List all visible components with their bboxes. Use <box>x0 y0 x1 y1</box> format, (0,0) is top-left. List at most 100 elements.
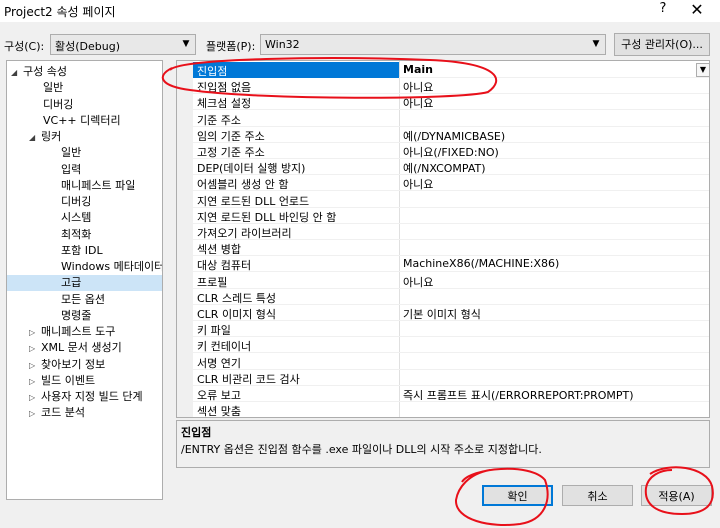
expand-arrow-icon[interactable]: ▷ <box>29 358 41 374</box>
property-value[interactable]: 아니요 <box>403 79 433 95</box>
property-value[interactable]: 기본 이미지 형식 <box>403 306 481 322</box>
property-row[interactable]: CLR 비관리 코드 검사 <box>193 370 709 386</box>
property-name: 대상 컴퓨터 <box>197 259 252 273</box>
property-value[interactable]: 아니요(/FIXED:NO) <box>403 144 499 160</box>
tree-item[interactable]: 최적화 <box>61 227 91 243</box>
property-row[interactable]: DEP(데이터 실행 방지) 예(/NXCOMPAT) <box>193 159 709 176</box>
ok-button[interactable]: 확인 <box>482 485 553 506</box>
platform-combo[interactable]: Win32 ▼ <box>260 34 606 55</box>
tree-item[interactable]: ▷ 코드 분석 <box>29 405 85 421</box>
property-name: 키 컨테이너 <box>197 340 252 354</box>
tree-item[interactable]: 모든 옵션 <box>61 292 105 308</box>
property-row[interactable]: 대상 컴퓨터 MachineX86(/MACHINE:X86) <box>193 256 709 273</box>
property-value[interactable]: 아니요 <box>403 274 433 290</box>
property-row[interactable]: 프로필 아니요 <box>193 273 709 289</box>
tree-item[interactable]: ▷ 매니페스트 도구 <box>29 324 115 340</box>
property-grid[interactable]: 진입점 Main ▼ 진입점 없음 아니요 체크섬 설정 아니요 기준 주소 임의 기준 주소 예… <box>176 60 710 418</box>
property-name: 임의 기준 주소 <box>197 129 265 143</box>
property-row[interactable]: 키 파일 <box>193 321 709 338</box>
property-name: 체크섬 설정 <box>197 97 252 111</box>
property-name: 진입점 <box>197 65 228 78</box>
tree-item[interactable]: ▷ 찾아보기 정보 <box>29 357 105 373</box>
expand-arrow-icon[interactable]: ▷ <box>29 374 41 390</box>
configuration-combo[interactable]: 활성(Debug) ▼ <box>50 34 196 55</box>
tree-item-label: 찾아보기 정보 <box>41 357 106 371</box>
tree-item[interactable]: 입력 <box>61 162 81 178</box>
tree-item[interactable]: 일반 <box>61 145 81 161</box>
apply-button[interactable]: 적용(A) <box>641 485 712 506</box>
expand-arrow-icon[interactable]: ▷ <box>29 325 41 341</box>
configuration-manager-button[interactable]: 구성 관리자(O)... <box>614 33 710 56</box>
tree-item[interactable]: VC++ 디렉터리 <box>43 113 121 129</box>
property-name: DEP(데이터 실행 방지) <box>197 162 306 176</box>
tree-item[interactable]: ▷ XML 문서 생성기 <box>29 340 122 356</box>
property-row[interactable]: 진입점 Main ▼ <box>193 62 709 78</box>
property-value[interactable]: Main <box>403 63 433 76</box>
tree-item[interactable]: 일반 <box>43 80 63 96</box>
tree-item[interactable]: 시스템 <box>61 210 91 226</box>
tree-item-label: 일반 <box>43 81 64 95</box>
property-row[interactable]: 지연 로드된 DLL 바인딩 안 함 <box>193 208 709 224</box>
expand-arrow-icon[interactable]: ▷ <box>29 341 41 357</box>
title-bar: Project2 속성 페이지 ? ✕ <box>0 0 720 22</box>
tree-item-label: 최적화 <box>61 227 92 241</box>
tree-item[interactable]: ◢ 링커 <box>29 129 61 145</box>
property-row[interactable]: CLR 이미지 형식 기본 이미지 형식 <box>193 305 709 321</box>
tree-item-label: 입력 <box>61 162 82 176</box>
help-button[interactable]: ? <box>656 1 670 16</box>
tree-item[interactable]: 명령줄 <box>61 308 91 324</box>
property-value[interactable]: 예(/DYNAMICBASE) <box>403 128 505 144</box>
property-name: 지연 로드된 DLL 언로드 <box>197 194 310 208</box>
tree-item-label: 디버깅 <box>43 97 74 111</box>
property-row[interactable]: 섹션 병합 <box>193 240 709 257</box>
property-row[interactable]: 체크섬 설정 아니요 <box>193 94 709 111</box>
property-row[interactable]: 진입점 없음 아니요 <box>193 78 709 95</box>
property-name: 진입점 없음 <box>197 81 252 95</box>
tree-item-label: 시스템 <box>61 211 92 225</box>
property-value[interactable]: 아니요 <box>403 176 433 192</box>
chevron-down-icon[interactable]: ▼ <box>696 63 709 77</box>
collapse-arrow-icon[interactable]: ◢ <box>29 130 41 146</box>
property-name: 섹션 맞춤 <box>197 405 241 418</box>
tree-item-label: 사용자 지정 빌드 단계 <box>41 390 143 403</box>
tree-item-label: 코드 분석 <box>41 406 85 420</box>
property-row[interactable]: 지연 로드된 DLL 언로드 <box>193 192 709 208</box>
property-row[interactable]: 키 컨테이너 <box>193 337 709 354</box>
tree-item[interactable]: 매니페스트 파일 <box>61 178 135 194</box>
property-row[interactable]: 가져오기 라이브러리 <box>193 224 709 240</box>
property-row[interactable]: 어셈블리 생성 안 함 아니요 <box>193 175 709 192</box>
tree-item[interactable]: 디버깅 <box>61 194 91 210</box>
property-row[interactable]: 서명 연기 <box>193 354 709 370</box>
cancel-button[interactable]: 취소 <box>562 485 633 506</box>
property-row[interactable]: CLR 스레드 특성 <box>193 289 709 305</box>
tree-item[interactable]: 고급 <box>7 275 162 292</box>
property-row[interactable]: 기준 주소 <box>193 111 709 127</box>
tree-item-label: 빌드 이벤트 <box>41 373 96 387</box>
property-value[interactable]: 즉시 프롬프트 표시(/ERRORREPORT:PROMPT) <box>403 387 634 403</box>
property-row[interactable]: 섹션 맞춤 <box>193 402 709 418</box>
category-tree[interactable]: ◢ 구성 속성 일반 디버깅 VC++ 디렉터리 ◢ 링커 일반 입력 매니페스트 파일 디버깅 시스… <box>6 60 163 500</box>
property-row[interactable]: 오류 보고 즉시 프롬프트 표시(/ERRORREPORT:PROMPT) <box>193 386 709 402</box>
configuration-value: 활성(Debug) <box>55 40 120 53</box>
tree-item[interactable]: 디버깅 <box>43 97 73 113</box>
tree-item[interactable]: 포함 IDL <box>61 243 103 259</box>
property-name: 지연 로드된 DLL 바인딩 안 함 <box>197 210 337 224</box>
expand-arrow-icon[interactable]: ▷ <box>29 390 41 406</box>
tree-item-label: VC++ 디렉터리 <box>43 113 121 127</box>
property-name: 기준 주소 <box>197 113 241 127</box>
tree-item[interactable]: ▷ 빌드 이벤트 <box>29 373 95 389</box>
property-value[interactable]: MachineX86(/MACHINE:X86) <box>403 257 559 270</box>
property-value[interactable]: 예(/NXCOMPAT) <box>403 160 486 176</box>
tree-item[interactable]: ◢ 구성 속성 <box>11 64 67 80</box>
tree-item[interactable]: ▷ 사용자 지정 빌드 단계 <box>29 389 143 405</box>
tree-item[interactable]: Windows 메타데이터 <box>61 259 162 275</box>
tree-item-label: 명령줄 <box>61 308 92 322</box>
close-button[interactable]: ✕ <box>688 0 706 19</box>
property-row[interactable]: 임의 기준 주소 예(/DYNAMICBASE) <box>193 127 709 143</box>
tree-item-label: 매니페스트 도구 <box>41 325 116 338</box>
property-value[interactable]: 아니요 <box>403 95 433 111</box>
expand-arrow-icon[interactable]: ▷ <box>29 406 41 422</box>
tree-item-label: 구성 속성 <box>23 65 67 78</box>
property-row[interactable]: 고정 기준 주소 아니요(/FIXED:NO) <box>193 143 709 159</box>
collapse-arrow-icon[interactable]: ◢ <box>11 65 23 81</box>
